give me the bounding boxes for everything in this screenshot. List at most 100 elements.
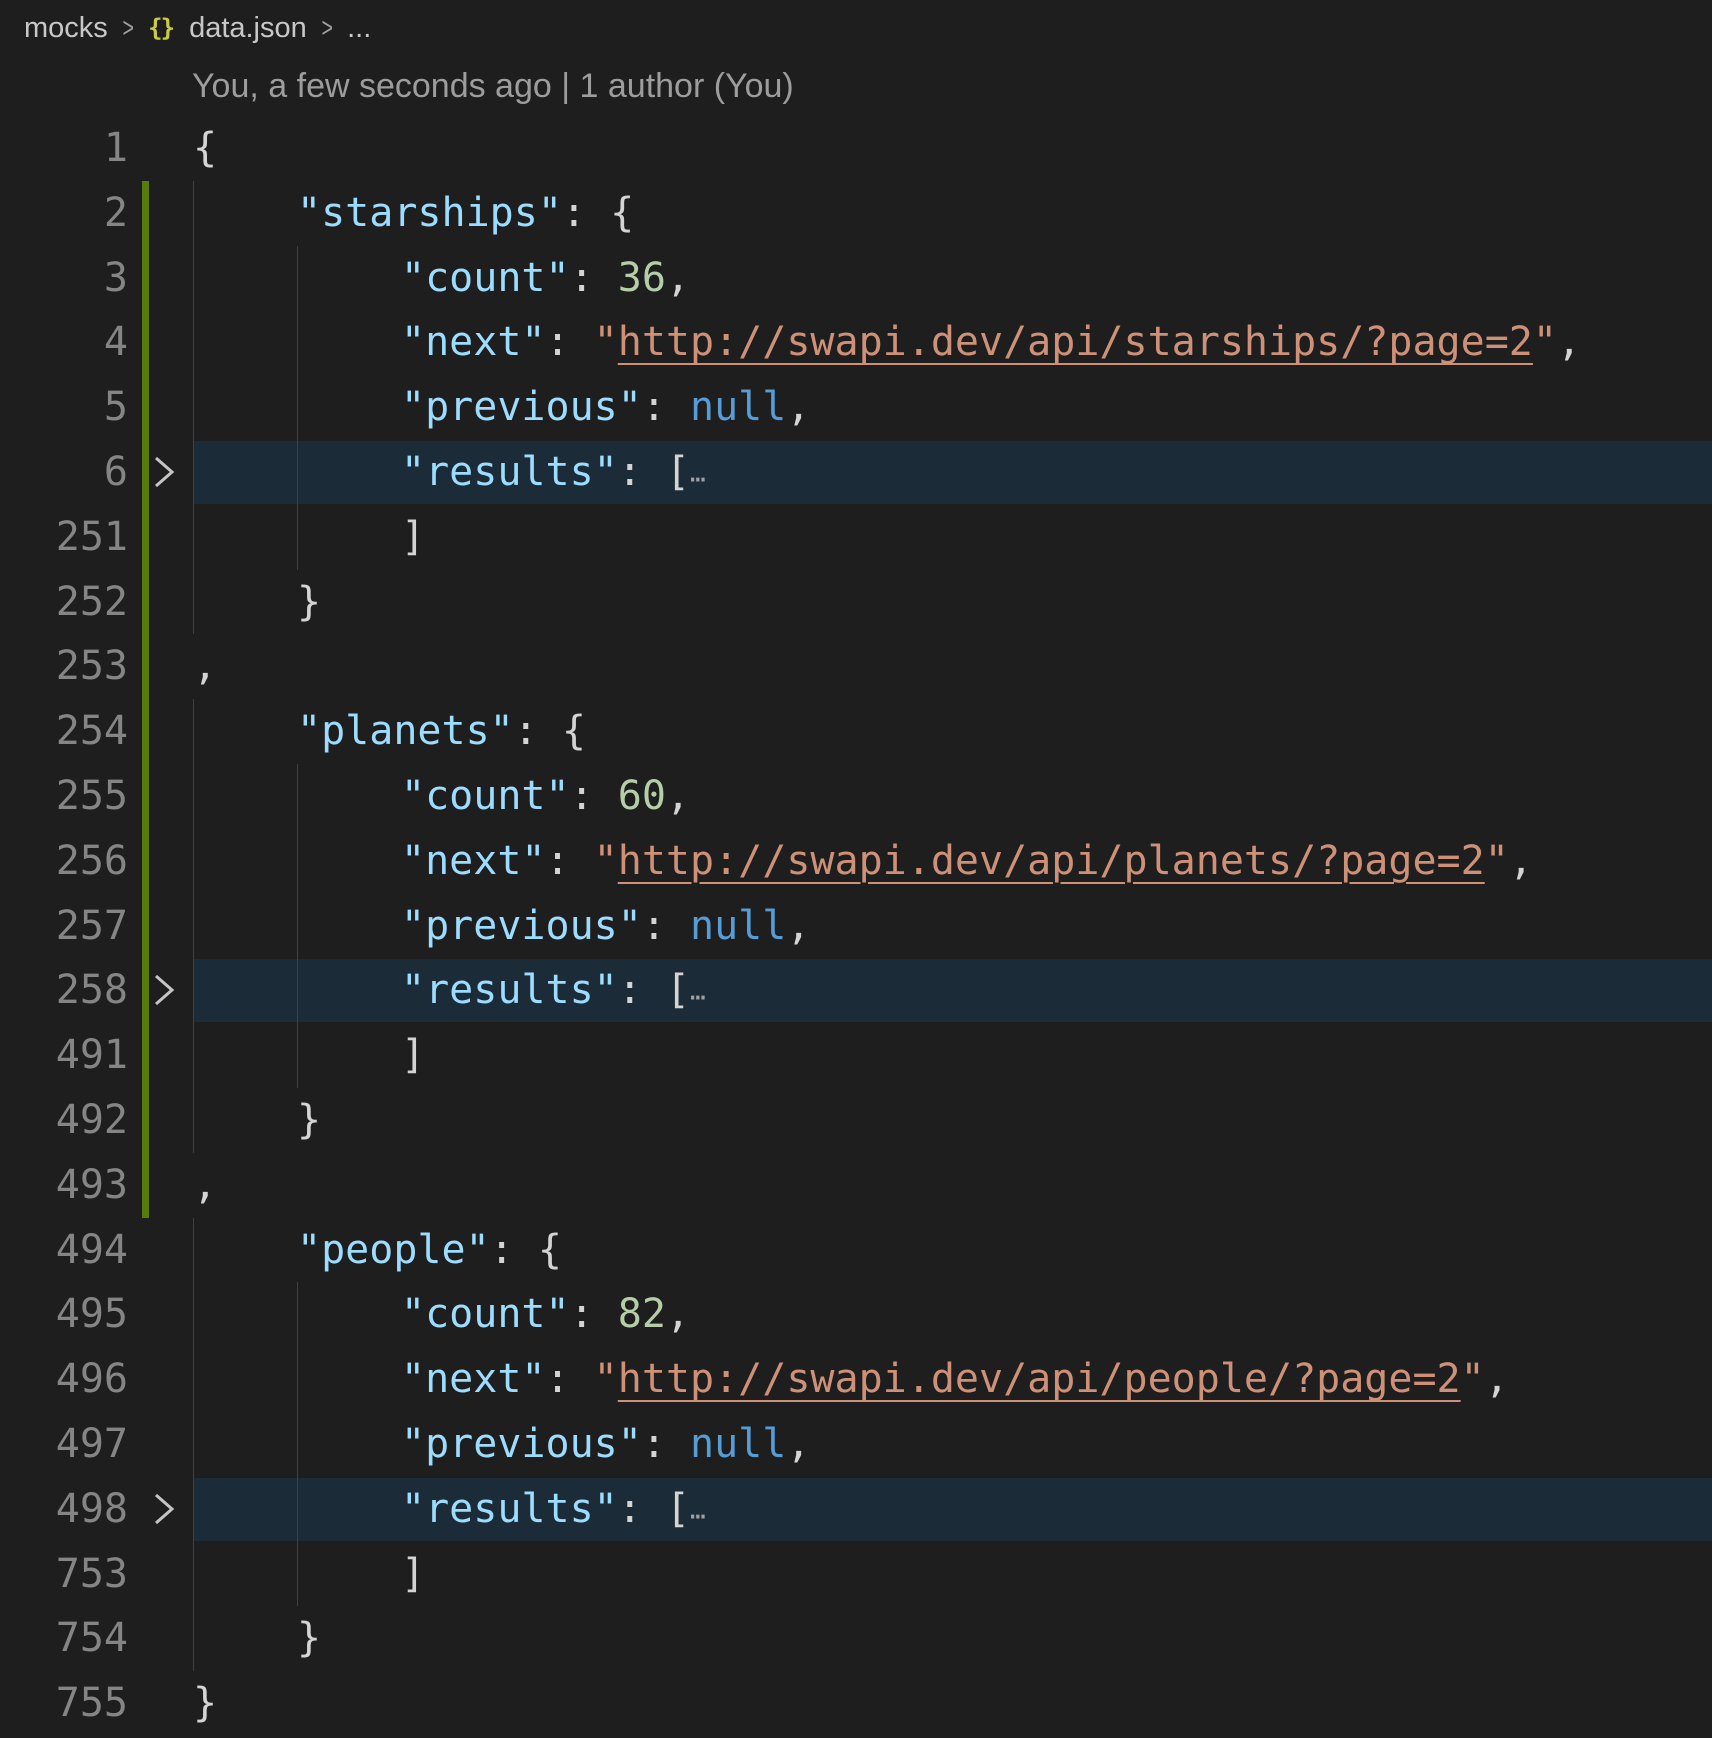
code-text[interactable]: "previous": null, <box>401 1412 810 1477</box>
code-text[interactable]: { <box>193 116 217 181</box>
line-number: 495 <box>55 1291 128 1338</box>
git-added-indicator[interactable] <box>142 958 149 1024</box>
json-url-link[interactable]: http://swapi.dev/api/starships/?page=2 <box>618 319 1533 365</box>
chevron-right-icon[interactable] <box>150 972 180 1008</box>
json-punctuation: : <box>641 902 690 949</box>
git-added-indicator[interactable] <box>142 1023 149 1088</box>
json-braces-icon: {} <box>148 14 175 42</box>
json-key: "previous" <box>401 384 642 431</box>
folded-code-line[interactable]: 498 "results": [… <box>0 1476 1712 1542</box>
code-text[interactable]: "results": [… <box>401 1477 706 1542</box>
git-added-indicator[interactable] <box>142 180 149 246</box>
code-line[interactable]: 255 "count": 60, <box>0 763 1712 829</box>
line-number: 4 <box>103 319 128 366</box>
json-string-quote: " <box>593 837 618 884</box>
code-text[interactable]: "count": 82, <box>401 1282 690 1347</box>
code-line[interactable]: 755} <box>0 1671 1712 1736</box>
json-key: "count" <box>401 254 570 301</box>
line-number: 494 <box>55 1226 128 1273</box>
code-line[interactable]: 257 "previous": null, <box>0 893 1712 959</box>
code-line[interactable]: 2 "starships": { <box>0 180 1712 246</box>
code-text[interactable]: ] <box>401 1542 425 1607</box>
code-line[interactable]: 1{ <box>0 116 1712 181</box>
code-text[interactable]: "planets": { <box>297 699 586 764</box>
code-line[interactable]: 753] <box>0 1541 1712 1607</box>
indent-guide <box>297 1023 298 1088</box>
code-line[interactable]: 252} <box>0 569 1712 635</box>
line-number: 496 <box>55 1356 128 1403</box>
code-line[interactable]: 495 "count": 82, <box>0 1282 1712 1348</box>
breadcrumb-file[interactable]: data.json <box>189 12 307 45</box>
folded-ellipsis-icon[interactable]: … <box>690 1495 706 1525</box>
code-text[interactable]: "previous": null, <box>401 894 810 959</box>
git-added-indicator[interactable] <box>142 375 149 440</box>
code-line[interactable]: 5 "previous": null, <box>0 375 1712 440</box>
chevron-right-icon[interactable] <box>150 454 180 490</box>
editor-window: mocks > {} data.json > ... You, a few se… <box>0 0 1712 1738</box>
code-line[interactable]: 754} <box>0 1606 1712 1672</box>
code-line[interactable]: 254 "planets": { <box>0 699 1712 764</box>
git-added-indicator[interactable] <box>142 569 149 635</box>
git-added-indicator[interactable] <box>142 893 149 959</box>
git-added-indicator[interactable] <box>142 504 149 570</box>
code-text[interactable]: "people": { <box>297 1218 562 1283</box>
folded-ellipsis-icon[interactable]: … <box>690 459 706 489</box>
code-text[interactable]: "count": 36, <box>401 246 690 311</box>
code-text[interactable]: } <box>297 570 321 635</box>
code-line[interactable]: 491] <box>0 1023 1712 1088</box>
git-added-indicator[interactable] <box>142 699 149 764</box>
folded-code-line[interactable]: 258 "results": [… <box>0 958 1712 1024</box>
code-text[interactable]: } <box>193 1671 217 1736</box>
code-line[interactable]: 493, <box>0 1152 1712 1218</box>
code-text[interactable]: "next": "http://swapi.dev/api/planets/?p… <box>401 829 1533 894</box>
code-line[interactable]: 256 "next": "http://swapi.dev/api/planets… <box>0 828 1712 894</box>
line-number: 497 <box>55 1420 128 1467</box>
code-text[interactable]: ] <box>401 505 425 570</box>
code-text[interactable]: "previous": null, <box>401 375 810 440</box>
git-added-indicator[interactable] <box>142 1152 149 1218</box>
code-text[interactable]: , <box>193 1153 217 1218</box>
json-number: 82 <box>617 1291 666 1338</box>
json-url-link[interactable]: http://swapi.dev/api/people/?page=2 <box>618 1356 1461 1402</box>
code-text[interactable]: "starships": { <box>297 181 634 246</box>
breadcrumb-symbols[interactable]: ... <box>347 12 371 45</box>
code-editor[interactable]: 1{2 "starships": {3 "count": 36, 4 "next": "… <box>0 116 1712 1736</box>
code-text[interactable]: } <box>297 1088 321 1153</box>
chevron-right-icon[interactable] <box>150 1491 180 1527</box>
git-added-indicator[interactable] <box>142 310 149 376</box>
code-line[interactable]: 3 "count": 36, <box>0 245 1712 311</box>
git-added-indicator[interactable] <box>142 439 149 505</box>
json-url-link[interactable]: http://swapi.dev/api/planets/?page=2 <box>618 838 1485 884</box>
code-text[interactable]: ] <box>401 1023 425 1088</box>
code-line[interactable]: 4 "next": "http://swapi.dev/api/starships… <box>0 310 1712 376</box>
code-line[interactable]: 492} <box>0 1087 1712 1153</box>
code-text[interactable]: "results": [… <box>401 440 706 505</box>
code-line[interactable]: 494 "people": { <box>0 1217 1712 1283</box>
folded-ellipsis-icon[interactable]: … <box>690 977 706 1007</box>
json-key: "people" <box>297 1226 490 1273</box>
line-number: 254 <box>55 708 128 755</box>
code-line[interactable]: 251] <box>0 504 1712 570</box>
indent-guide <box>297 893 298 959</box>
git-added-indicator[interactable] <box>142 634 149 700</box>
code-text[interactable]: "count": 60, <box>401 764 690 829</box>
git-added-indicator[interactable] <box>142 763 149 829</box>
git-added-indicator[interactable] <box>142 245 149 311</box>
code-text[interactable]: "results": [… <box>401 958 706 1023</box>
code-line[interactable]: 497 "previous": null, <box>0 1411 1712 1477</box>
code-text[interactable]: "next": "http://swapi.dev/api/starships/… <box>401 310 1581 375</box>
code-line[interactable]: 496 "next": "http://swapi.dev/api/people/… <box>0 1347 1712 1412</box>
breadcrumb-folder[interactable]: mocks <box>24 12 108 45</box>
code-line[interactable]: 253, <box>0 634 1712 700</box>
git-blame-codelens[interactable]: You, a few seconds ago | 1 author (You) <box>192 64 794 108</box>
code-text[interactable]: "next": "http://swapi.dev/api/people/?pa… <box>401 1347 1509 1412</box>
json-string-quote: " <box>1460 1356 1485 1403</box>
json-punctuation: { <box>193 125 218 171</box>
code-text[interactable]: , <box>193 634 217 699</box>
json-string-quote: " <box>1532 319 1557 366</box>
git-added-indicator[interactable] <box>142 828 149 894</box>
indent-guide <box>193 1217 194 1283</box>
code-text[interactable]: } <box>297 1606 321 1671</box>
git-added-indicator[interactable] <box>142 1087 149 1153</box>
folded-code-line[interactable]: 6 "results": [… <box>0 439 1712 505</box>
